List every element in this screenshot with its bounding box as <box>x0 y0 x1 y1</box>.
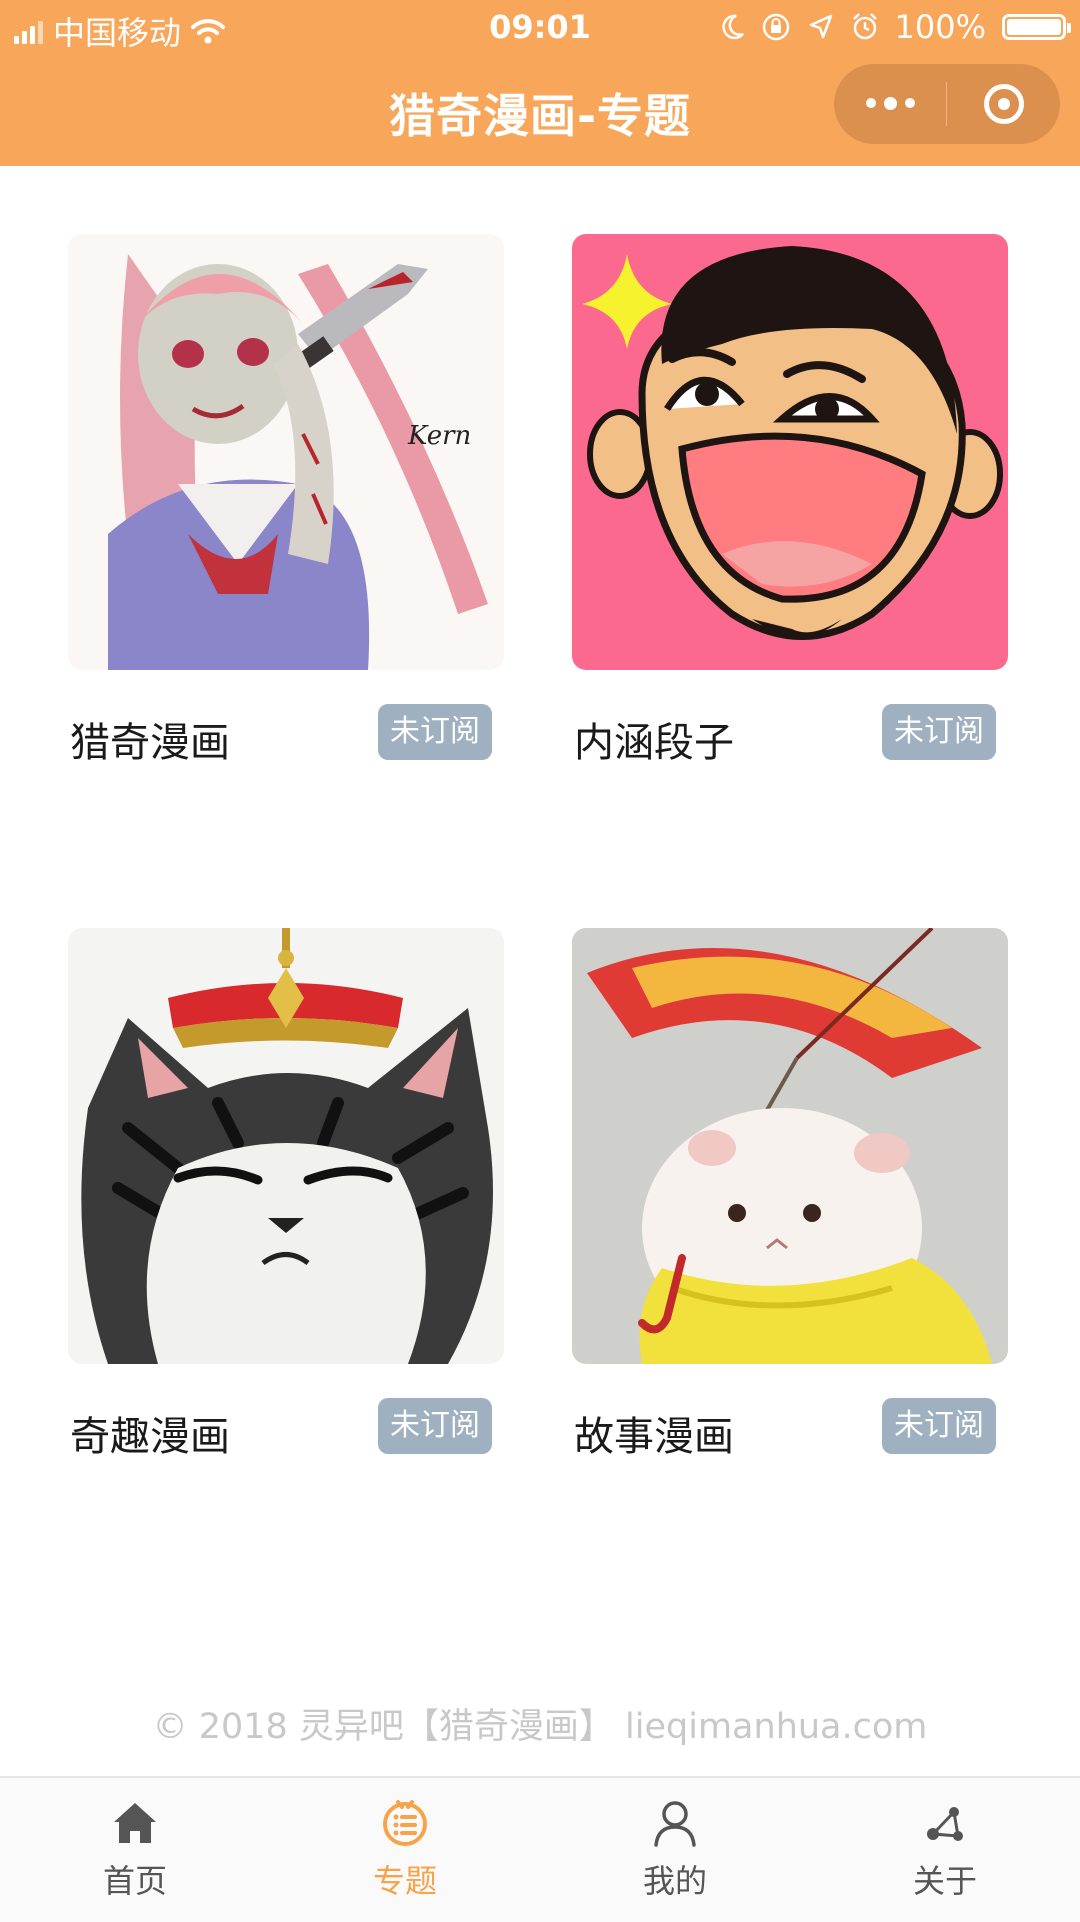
topic-card[interactable]: 故事漫画 未订阅 <box>572 928 1008 1468</box>
tab-label: 首页 <box>102 1862 167 1900</box>
battery-percent: 100% <box>894 8 986 46</box>
status-bar: 中国移动 09:01 100% <box>0 0 1080 56</box>
topic-card[interactable]: Kern 猎奇漫画 未订阅 <box>68 234 504 774</box>
topic-card-footer: 故事漫画 未订阅 <box>572 1398 1008 1468</box>
about-nodes-icon <box>927 1807 963 1841</box>
tab-label: 我的 <box>642 1862 707 1900</box>
topic-cover-image[interactable] <box>68 928 504 1364</box>
copyright-text: © 2018 灵异吧【猎奇漫画】 lieqimanhua.com <box>152 1707 928 1747</box>
alarm-icon <box>852 13 877 40</box>
more-options-button[interactable] <box>834 97 946 110</box>
topic-title: 奇趣漫画 <box>70 1414 230 1460</box>
laughing-face-illustration <box>572 234 1008 670</box>
topic-card-footer: 奇趣漫画 未订阅 <box>68 1398 504 1468</box>
anime-girl-illustration: Kern <box>68 234 504 670</box>
tab-mine[interactable]: 我的 <box>540 1778 810 1922</box>
tab-topics[interactable]: 专题 <box>270 1778 540 1922</box>
home-icon <box>114 1803 156 1843</box>
miniprogram-capsule <box>834 64 1060 144</box>
topic-title: 猎奇漫画 <box>70 720 230 766</box>
topic-title: 故事漫画 <box>574 1414 734 1460</box>
moon-icon <box>721 14 744 40</box>
tab-home[interactable]: 首页 <box>0 1778 270 1922</box>
status-right: 100% <box>719 8 1071 46</box>
target-icon <box>983 84 1024 124</box>
tab-label: 专题 <box>372 1862 437 1900</box>
nav-bar: 猎奇漫画-专题 <box>0 56 1080 166</box>
subscribe-button[interactable]: 未订阅 <box>378 704 492 760</box>
location-icon <box>809 14 832 39</box>
svg-text:Kern: Kern <box>407 421 471 451</box>
rotation-lock-icon <box>762 13 789 41</box>
battery-fill <box>1007 19 1061 35</box>
user-icon <box>654 1801 696 1847</box>
topic-cover-image[interactable]: Kern <box>68 234 504 670</box>
battery-icon <box>1002 14 1071 40</box>
topic-card-footer: 内涵段子 未订阅 <box>572 704 1008 774</box>
top-bar: 中国移动 09:01 100% 猎奇漫画-专题 <box>0 0 1080 166</box>
topic-title: 内涵段子 <box>574 720 734 766</box>
tab-bar: 首页 专题 我的 关于 <box>0 1776 1080 1922</box>
hamster-umbrella-illustration <box>572 928 1008 1364</box>
subscribe-button[interactable]: 未订阅 <box>882 1398 996 1454</box>
tab-about[interactable]: 关于 <box>810 1778 1080 1922</box>
topic-card[interactable]: 奇趣漫画 未订阅 <box>68 928 504 1468</box>
grumpy-cat-illustration <box>68 928 504 1364</box>
topic-cover-image[interactable] <box>572 928 1008 1364</box>
close-miniprogram-button[interactable] <box>947 84 1060 124</box>
topic-card[interactable]: 内涵段子 未订阅 <box>572 234 1008 774</box>
topic-cover-image[interactable] <box>572 234 1008 670</box>
subscribe-button[interactable]: 未订阅 <box>378 1398 492 1454</box>
topic-card-footer: 猎奇漫画 未订阅 <box>68 704 504 774</box>
subscribe-button[interactable]: 未订阅 <box>882 704 996 760</box>
tab-label: 关于 <box>912 1862 977 1900</box>
topic-list-icon <box>383 1800 427 1846</box>
